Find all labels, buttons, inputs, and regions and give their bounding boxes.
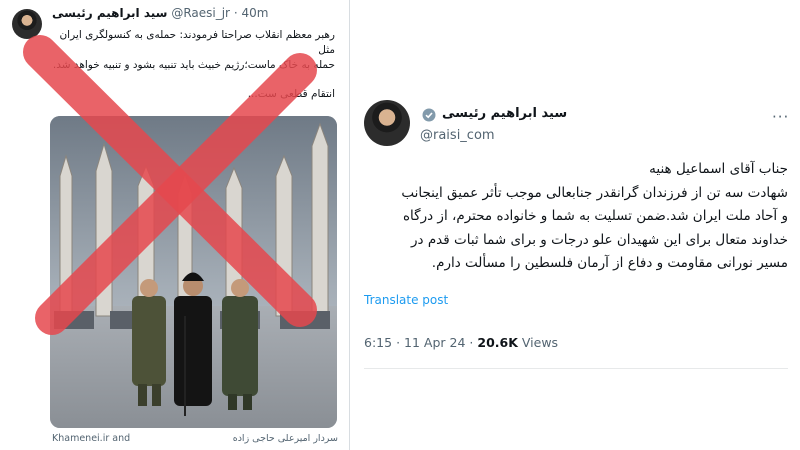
- translate-post-link[interactable]: Translate post: [364, 293, 448, 307]
- author-avatar[interactable]: [12, 9, 42, 39]
- tweet-line: خداوند متعال برای این شهیدان علو درجات و…: [411, 231, 788, 248]
- tweet-text: جناب آقای اسماعیل هنیه شهادت سه تن از فر…: [358, 158, 788, 276]
- separator: ·: [396, 335, 401, 350]
- more-options-icon[interactable]: ···: [772, 108, 789, 126]
- author-name[interactable]: سید ابراهیم رئیسی: [442, 106, 567, 121]
- tweet-line: حمله به خاک ماست؛رژیم خبیث باید تنبیه بش…: [52, 59, 335, 71]
- photo-source: Khamenei.ir and: [52, 433, 131, 444]
- tweet-closing: انتقام قطعی ست...: [247, 88, 335, 100]
- tweet-header: سید ابراهیم رئیسی @Raesi_jr · 40m: [52, 6, 341, 20]
- tweet-meta: 6:15 · 11 Apr 24 · 20.6K Views: [364, 335, 558, 350]
- separator: ·: [469, 335, 474, 350]
- tweet-text: رهبر معظم انقلاب صراحتا فرمودند: حمله‌ی …: [52, 28, 335, 102]
- photo-caption-text: سردار امیرعلی حاجی زاده: [232, 433, 338, 444]
- views-count: 20.6K: [477, 335, 518, 350]
- tweet-line: رهبر معظم انقلاب صراحتا فرمودند: حمله‌ی …: [59, 29, 335, 56]
- verified-badge-icon: [422, 108, 436, 122]
- author-name[interactable]: سید ابراهیم رئیسی: [52, 6, 167, 20]
- tweet-photo[interactable]: [50, 116, 337, 428]
- author-handle[interactable]: @Raesi_jr: [171, 6, 230, 20]
- author-handle[interactable]: @raisi_com: [420, 128, 495, 143]
- right-tweet: سید ابراهیم رئیسی @raisi_com ··· جناب آق…: [350, 0, 800, 450]
- author-avatar[interactable]: [364, 100, 410, 146]
- left-tweet: سید ابراهیم رئیسی @Raesi_jr · 40m رهبر م…: [0, 0, 350, 450]
- tweet-time[interactable]: 40m: [241, 6, 268, 20]
- photo-caption: Khamenei.ir and سردار امیرعلی حاجی زاده: [52, 433, 338, 444]
- views-label: Views: [521, 335, 559, 350]
- tweet-time[interactable]: 6:15: [364, 335, 392, 350]
- tweet-date[interactable]: 11 Apr 24: [404, 335, 465, 350]
- tweet-line: مسیر نورانی مقاومت و دفاع از آرمان فلسطی…: [431, 255, 788, 271]
- separator: ·: [233, 6, 238, 20]
- tweet-line: جناب آقای اسماعیل هنیه: [649, 161, 788, 177]
- missile-photo: [50, 116, 337, 428]
- divider: [364, 368, 788, 369]
- tweet-line: و آحاد ملت ایران شد.ضمن تسلیت به شما و خ…: [402, 208, 788, 224]
- tweet-line: شهادت سه تن از فرزندان گرانقدر جنابعالی …: [401, 184, 788, 201]
